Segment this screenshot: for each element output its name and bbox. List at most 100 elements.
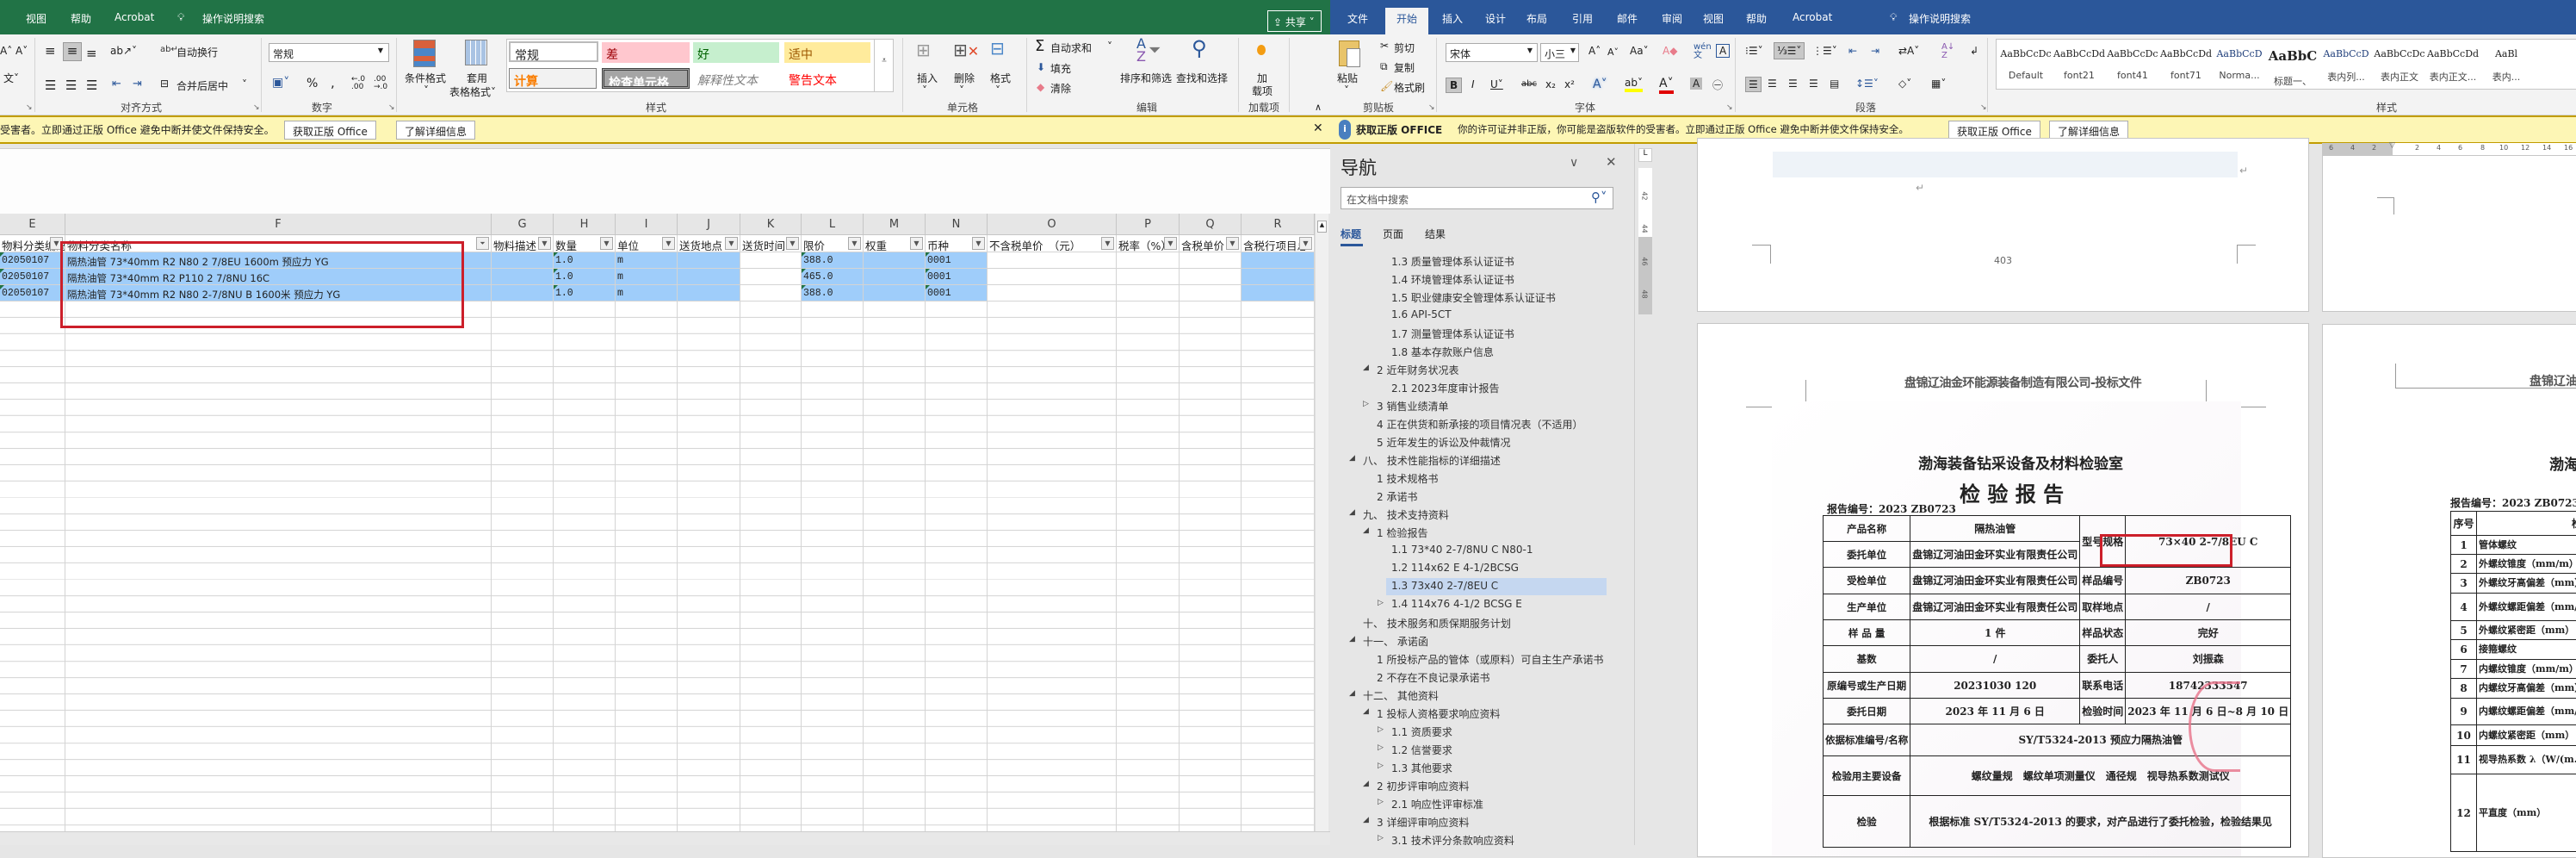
table-cell[interactable]: 1.0: [554, 252, 616, 269]
column-header-J[interactable]: J: [678, 214, 740, 235]
italic-button[interactable]: I: [1471, 78, 1475, 90]
decrease-indent-button[interactable]: ⇤: [1848, 45, 1857, 57]
align-right-icon[interactable]: ☰: [86, 78, 97, 93]
conditional-format-button[interactable]: 条件格式: [405, 71, 446, 85]
indent-marker-icon[interactable]: ▽: [2389, 141, 2395, 150]
style-bad[interactable]: 差: [602, 42, 690, 63]
decrease-indent-icon[interactable]: ⇤: [112, 78, 121, 90]
nav-heading-item[interactable]: ▷1.1 资质要求: [1330, 723, 1635, 741]
style-calculation[interactable]: 计算: [509, 68, 597, 89]
nav-heading-item[interactable]: 4 正在供货和新承接的项目情况表（不适用）: [1330, 415, 1635, 433]
nav-heading-item[interactable]: ▷1.3 其他要求: [1330, 759, 1635, 777]
change-case-icon[interactable]: Aa˅: [1630, 45, 1649, 57]
font-size-select[interactable]: 小三▼: [1540, 43, 1579, 62]
page-402-right[interactable]: [2322, 155, 2576, 312]
filter-dropdown-icon[interactable]: ▼: [1226, 237, 1239, 250]
table-cell[interactable]: m: [616, 269, 678, 285]
enclose-char-button[interactable]: ㊀: [1712, 78, 1723, 92]
distributed-button[interactable]: ▤: [1830, 78, 1839, 90]
table-cell[interactable]: [492, 252, 554, 269]
column-header-Q[interactable]: Q: [1180, 214, 1242, 235]
nav-heading-item[interactable]: ◢十一、 承诺函: [1330, 632, 1635, 650]
word-tab-0[interactable]: 文件: [1347, 11, 1368, 26]
find-select-button[interactable]: 查找和选择: [1176, 71, 1228, 85]
table-cell[interactable]: [1180, 252, 1242, 269]
filter-dropdown-icon[interactable]: ⏷: [476, 237, 489, 250]
column-header-K[interactable]: K: [740, 214, 802, 235]
filter-header-cell[interactable]: 不含税单价 （元）▼: [988, 235, 1117, 252]
page-402[interactable]: ↵ ↵ 403: [1697, 138, 2309, 312]
style-explanatory[interactable]: 解释性文本: [693, 68, 779, 89]
table-cell[interactable]: 1.0: [554, 269, 616, 285]
align-right-button[interactable]: ☰: [1788, 78, 1798, 90]
nav-heading-item[interactable]: 1.3 质量管理体系认证证书: [1330, 252, 1635, 270]
nav-heading-item[interactable]: ▷2.1 响应性评审标准: [1330, 795, 1635, 813]
table-cell[interactable]: [740, 269, 802, 285]
filter-dropdown-icon[interactable]: ▼: [972, 237, 985, 250]
font-launcher-icon[interactable]: ↘: [1726, 103, 1733, 112]
bullets-button[interactable]: ⁝☰˅: [1745, 45, 1763, 57]
show-marks-button[interactable]: ↲: [1970, 45, 1978, 57]
expanded-triangle-icon[interactable]: ◢: [1363, 364, 1369, 372]
table-cell[interactable]: 02050107: [0, 285, 65, 302]
style-item[interactable]: AaBbCcDcfont41: [2107, 41, 2158, 88]
filter-header-cell[interactable]: 税率（%）▼: [1117, 235, 1180, 252]
table-cell[interactable]: [1180, 269, 1242, 285]
nav-heading-item[interactable]: 2 不存在不良记录承诺书: [1330, 668, 1635, 687]
table-cell[interactable]: 465.0: [802, 269, 864, 285]
expanded-triangle-icon[interactable]: ◢: [1349, 635, 1355, 644]
style-item[interactable]: AaBbCcDc表内正文: [2374, 41, 2425, 88]
nav-heading-item[interactable]: ▷1.4 114x76 4-1/2 BCSG E: [1330, 596, 1635, 614]
excel-tab-help[interactable]: 帮助: [71, 11, 91, 26]
style-item[interactable]: AaBbCcD表内列...: [2320, 41, 2372, 88]
nav-heading-item[interactable]: ◢九、 技术支持资料: [1330, 506, 1635, 524]
style-check-cell[interactable]: 检查单元格: [602, 68, 690, 89]
filter-header-cell[interactable]: 权重▼: [864, 235, 926, 252]
filter-dropdown-icon[interactable]: ▼: [1164, 237, 1177, 250]
filter-header-cell[interactable]: 限价▼: [802, 235, 864, 252]
collapsed-triangle-icon[interactable]: ▷: [1378, 725, 1384, 734]
vertical-scrollbar[interactable]: ▲: [1315, 214, 1328, 831]
column-header-F[interactable]: F: [65, 214, 492, 235]
table-cell[interactable]: [1117, 252, 1180, 269]
sort-filter-button[interactable]: 排序和筛选: [1120, 71, 1172, 85]
nav-tab-results[interactable]: 结果: [1425, 227, 1446, 241]
align-left-button[interactable]: ☰: [1745, 77, 1762, 92]
vertical-ruler[interactable]: 42444648: [1638, 168, 1652, 314]
column-header-O[interactable]: O: [988, 214, 1117, 235]
scroll-up-icon[interactable]: ▲: [1317, 221, 1327, 233]
filter-dropdown-icon[interactable]: ▼: [1299, 237, 1312, 250]
column-header-P[interactable]: P: [1117, 214, 1180, 235]
column-header-R[interactable]: R: [1242, 214, 1315, 235]
expanded-triangle-icon[interactable]: ◢: [1363, 707, 1369, 716]
filter-dropdown-icon[interactable]: ▼: [600, 237, 613, 250]
number-launcher-icon[interactable]: ↘: [388, 103, 395, 112]
column-header-E[interactable]: E: [0, 214, 65, 235]
nav-heading-item[interactable]: ◢1 检验报告: [1330, 524, 1635, 542]
nav-heading-item[interactable]: ◢1 投标人资格要求响应资料: [1330, 705, 1635, 723]
superscript-button[interactable]: x²: [1564, 78, 1575, 90]
word-tab-10[interactable]: Acrobat: [1793, 11, 1832, 23]
table-cell[interactable]: [1242, 285, 1315, 302]
chevron-down-icon[interactable]: ˅: [242, 78, 247, 90]
align-launcher-icon[interactable]: ↘: [253, 103, 260, 112]
nav-heading-item[interactable]: 1.3 73x40 2-7/8EU C: [1330, 578, 1635, 596]
number-format-select[interactable]: 常规▼: [269, 43, 389, 62]
nav-heading-item[interactable]: 1.6 API-5CT: [1330, 307, 1635, 325]
table-cell[interactable]: [988, 252, 1117, 269]
justify-button[interactable]: ☰: [1809, 78, 1818, 90]
nav-heading-item[interactable]: ▷3.1 技术评分条款响应资料: [1330, 831, 1635, 845]
nav-heading-item[interactable]: 1.2 114x62 E 4-1/2BCSG: [1330, 560, 1635, 578]
font-launcher-icon[interactable]: ↘: [26, 103, 33, 112]
excel-get-office-button[interactable]: 获取正版 Office: [284, 121, 376, 140]
style-item[interactable]: AaBbCcDcDefault: [2000, 41, 2052, 88]
table-format-label-1[interactable]: 套用: [467, 71, 487, 85]
nav-search-input[interactable]: 在文档中搜索 ⚲˅: [1341, 187, 1613, 209]
tab-selector-icon[interactable]: L: [1638, 148, 1652, 162]
excel-tell-me[interactable]: 操作说明搜索: [202, 11, 264, 26]
filter-dropdown-icon[interactable]: ▼: [538, 237, 551, 250]
nav-options-chevron-icon[interactable]: ∨: [1570, 156, 1578, 170]
nav-heading-item[interactable]: 1 技术规格书: [1330, 469, 1635, 488]
nav-heading-item[interactable]: ◢2 初步评审响应资料: [1330, 777, 1635, 795]
nav-heading-item[interactable]: ▷1.2 信誉要求: [1330, 741, 1635, 759]
